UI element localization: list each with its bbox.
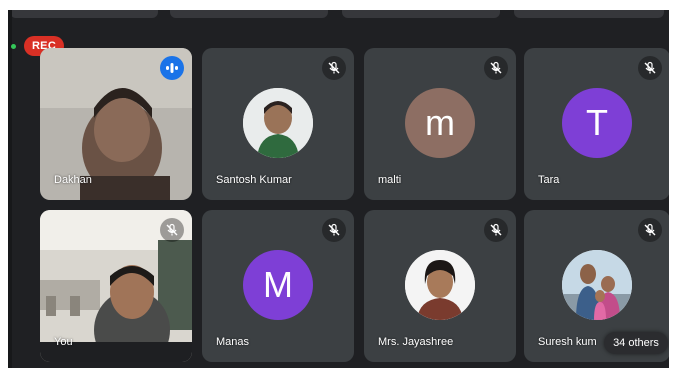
participant-tile[interactable]: Dakhan	[40, 48, 192, 200]
mic-off-icon	[484, 218, 508, 242]
avatar: m	[405, 88, 475, 158]
participant-name: Suresh kum	[538, 336, 597, 348]
mic-off-icon	[322, 218, 346, 242]
mic-off-icon	[638, 56, 662, 80]
top-row-stubs	[0, 0, 675, 20]
participant-name: Dakhan	[54, 174, 92, 186]
mic-off-icon	[484, 56, 508, 80]
mic-off-icon	[322, 56, 346, 80]
participant-name: Mrs. Jayashree	[378, 336, 454, 348]
avatar	[562, 250, 632, 320]
participant-tile[interactable]: m malti	[364, 48, 516, 200]
avatar: T	[562, 88, 632, 158]
participant-name: Tara	[538, 174, 560, 186]
participant-name: You	[54, 336, 73, 348]
participant-tile[interactable]: M Manas	[202, 210, 354, 362]
participant-name: Santosh Kumar	[216, 174, 292, 186]
participant-name: malti	[378, 174, 402, 186]
avatar: M	[243, 250, 313, 320]
left-edge	[8, 10, 12, 368]
tile-stub	[514, 10, 664, 18]
mic-off-icon	[638, 218, 662, 242]
participant-tile[interactable]: You	[40, 210, 192, 362]
others-count-button[interactable]: 34 others	[604, 332, 668, 354]
participant-tile[interactable]: Santosh Kumar	[202, 48, 354, 200]
presence-dot	[11, 44, 16, 49]
participant-tile[interactable]: T Tara	[524, 48, 670, 200]
avatar	[243, 88, 313, 158]
tile-stub	[170, 10, 328, 18]
tile-stub	[10, 10, 158, 18]
mic-off-icon	[160, 218, 184, 242]
avatar	[405, 250, 475, 320]
participant-name: Manas	[216, 336, 250, 348]
participant-tile[interactable]: Mrs. Jayashree	[364, 210, 516, 362]
tile-stub	[342, 10, 500, 18]
speaking-indicator-icon	[160, 56, 184, 80]
